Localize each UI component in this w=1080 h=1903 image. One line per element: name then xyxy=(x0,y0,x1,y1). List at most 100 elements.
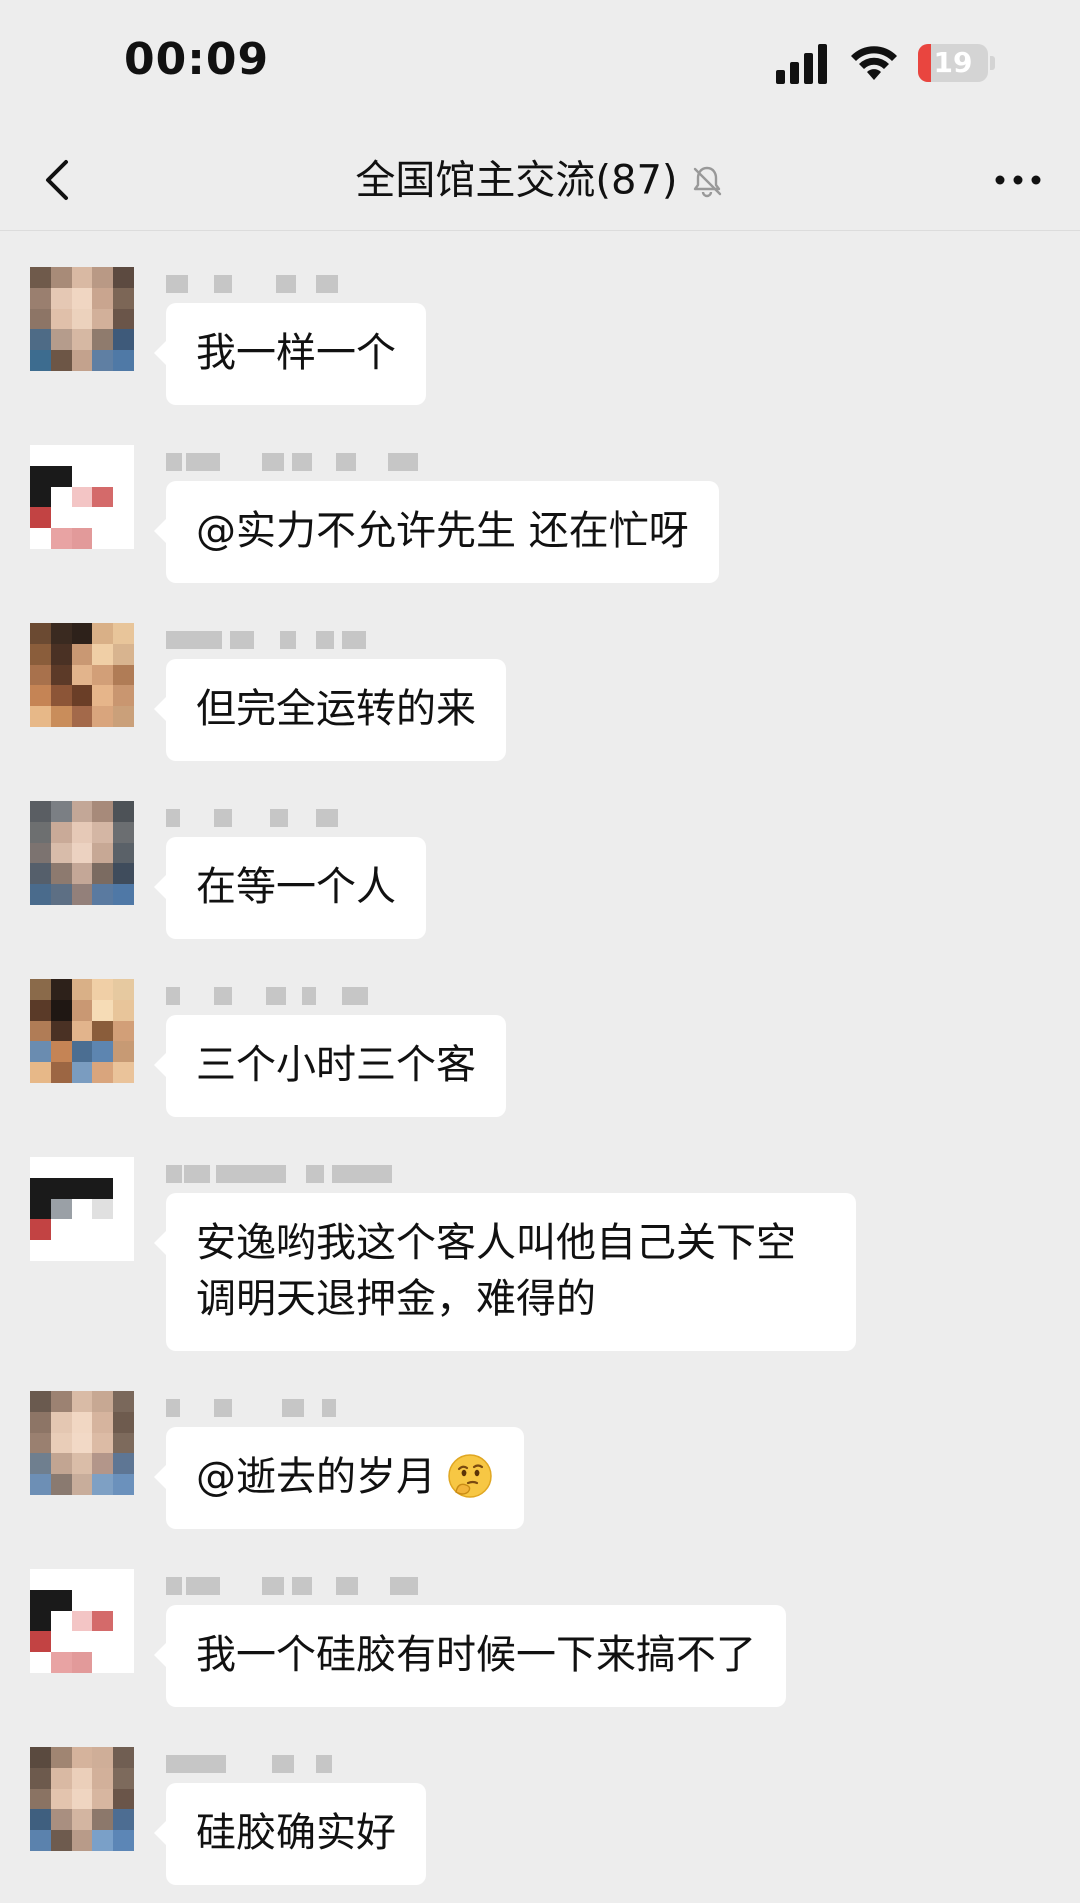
avatar-pixel xyxy=(50,267,72,288)
message-bubble[interactable]: 硅胶确实好 xyxy=(154,1783,426,1885)
avatar-pixel xyxy=(71,465,93,487)
avatar-pixel xyxy=(92,979,114,1000)
avatar-pixel xyxy=(113,1177,134,1199)
avatar-pixel xyxy=(50,1020,72,1042)
sender-name-redacted xyxy=(166,1577,426,1597)
more-options-icon[interactable] xyxy=(990,162,1046,198)
avatar-pixel xyxy=(113,329,134,351)
avatar-pixel xyxy=(71,1589,93,1611)
avatar-pixel xyxy=(113,1610,134,1632)
avatar-pixel xyxy=(113,999,134,1021)
message-list[interactable]: 我一样一个 @实力不允许先生 还在忙呀 但完全运转的来 在等一个人 三个小时三个… xyxy=(0,231,1080,1903)
sender-name-redacted xyxy=(166,987,426,1007)
avatar-pixel xyxy=(50,643,72,665)
message-bubble[interactable]: 但完全运转的来 xyxy=(154,659,506,761)
message-bubble[interactable]: 我一样一个 xyxy=(154,303,426,405)
avatar-pixel xyxy=(50,1157,72,1178)
avatar-pixel xyxy=(71,706,93,727)
avatar[interactable] xyxy=(30,1747,134,1851)
avatar-pixel xyxy=(113,706,134,727)
avatar-pixel xyxy=(71,1240,93,1261)
status-time: 00:09 xyxy=(124,34,270,85)
avatar-pixel xyxy=(71,685,93,707)
avatar-pixel xyxy=(92,1747,114,1768)
message-bubble[interactable]: @实力不允许先生 还在忙呀 xyxy=(154,481,719,583)
avatar[interactable] xyxy=(30,445,134,549)
avatar[interactable] xyxy=(30,267,134,371)
avatar-pixel xyxy=(50,999,72,1021)
avatar-pixel xyxy=(50,1411,72,1433)
avatar-pixel xyxy=(92,1652,114,1673)
message-bubble[interactable]: 在等一个人 xyxy=(154,837,426,939)
avatar-pixel xyxy=(71,1569,93,1590)
avatar-pixel xyxy=(92,308,114,330)
avatar-pixel xyxy=(50,801,72,822)
avatar-pixel xyxy=(71,1767,93,1789)
avatar-pixel xyxy=(71,1432,93,1454)
avatar-pixel xyxy=(50,1198,72,1220)
message-text: 我一样一个 xyxy=(196,330,396,376)
avatar-pixel xyxy=(30,329,51,351)
avatar-pixel xyxy=(92,1610,114,1632)
avatar-pixel xyxy=(71,1391,93,1412)
avatar-pixel xyxy=(92,486,114,508)
avatar-pixel xyxy=(113,884,134,905)
avatar-pixel xyxy=(113,842,134,864)
avatar-pixel xyxy=(50,287,72,309)
message-bubble[interactable]: 三个小时三个客 xyxy=(154,1015,506,1117)
avatar-pixel xyxy=(30,1809,51,1831)
avatar-pixel xyxy=(92,1809,114,1831)
avatar-pixel xyxy=(30,350,51,371)
avatar-pixel xyxy=(30,1240,51,1261)
avatar-pixel xyxy=(30,267,51,288)
avatar-pixel xyxy=(92,1453,114,1475)
message-bubble[interactable]: 安逸哟我这个客人叫他自己关下空调明天退押金，难得的 xyxy=(154,1193,856,1351)
avatar-pixel xyxy=(92,465,114,487)
avatar-pixel xyxy=(71,999,93,1021)
avatar-pixel xyxy=(71,1041,93,1063)
avatar-pixel xyxy=(30,685,51,707)
avatar-pixel xyxy=(30,1767,51,1789)
avatar-pixel xyxy=(113,1652,134,1673)
avatar-pixel xyxy=(50,1062,72,1083)
avatar-pixel xyxy=(92,1788,114,1810)
avatar-pixel xyxy=(50,706,72,727)
battery-percentage: 19 xyxy=(933,46,973,79)
avatar-pixel xyxy=(71,821,93,843)
wifi-icon xyxy=(851,46,897,80)
chat-title: 全国馆主交流(87) xyxy=(355,157,678,204)
avatar-pixel xyxy=(50,1453,72,1475)
avatar-pixel xyxy=(92,350,114,371)
avatar-pixel xyxy=(92,1830,114,1851)
avatar[interactable] xyxy=(30,1391,134,1495)
avatar[interactable] xyxy=(30,979,134,1083)
avatar-pixel xyxy=(113,465,134,487)
avatar-pixel xyxy=(50,1610,72,1632)
avatar-pixel xyxy=(30,623,51,644)
sender-name-redacted xyxy=(166,1399,426,1419)
avatar-pixel xyxy=(113,1240,134,1261)
avatar-pixel xyxy=(71,267,93,288)
avatar-pixel xyxy=(50,1240,72,1261)
avatar-pixel xyxy=(50,1569,72,1590)
message-bubble[interactable]: 我一个硅胶有时候一下来搞不了 xyxy=(154,1605,786,1707)
avatar-pixel xyxy=(113,821,134,843)
avatar-pixel xyxy=(92,863,114,885)
avatar-pixel xyxy=(71,1177,93,1199)
back-chevron-icon[interactable] xyxy=(30,152,86,208)
avatar-pixel xyxy=(92,528,114,549)
avatar[interactable] xyxy=(30,1157,134,1261)
avatar[interactable] xyxy=(30,623,134,727)
avatar-pixel xyxy=(113,1041,134,1063)
mute-bell-icon xyxy=(693,166,721,197)
avatar-pixel xyxy=(30,706,51,727)
message-text: 三个小时三个客 xyxy=(196,1042,476,1088)
avatar[interactable] xyxy=(30,801,134,905)
avatar-pixel xyxy=(71,623,93,644)
avatar[interactable] xyxy=(30,1569,134,1673)
avatar-pixel xyxy=(30,801,51,822)
avatar-pixel xyxy=(71,1788,93,1810)
message-bubble[interactable]: @逝去的岁月 xyxy=(154,1427,524,1529)
message-text: @逝去的岁月 xyxy=(196,1454,436,1500)
avatar-pixel xyxy=(30,842,51,864)
